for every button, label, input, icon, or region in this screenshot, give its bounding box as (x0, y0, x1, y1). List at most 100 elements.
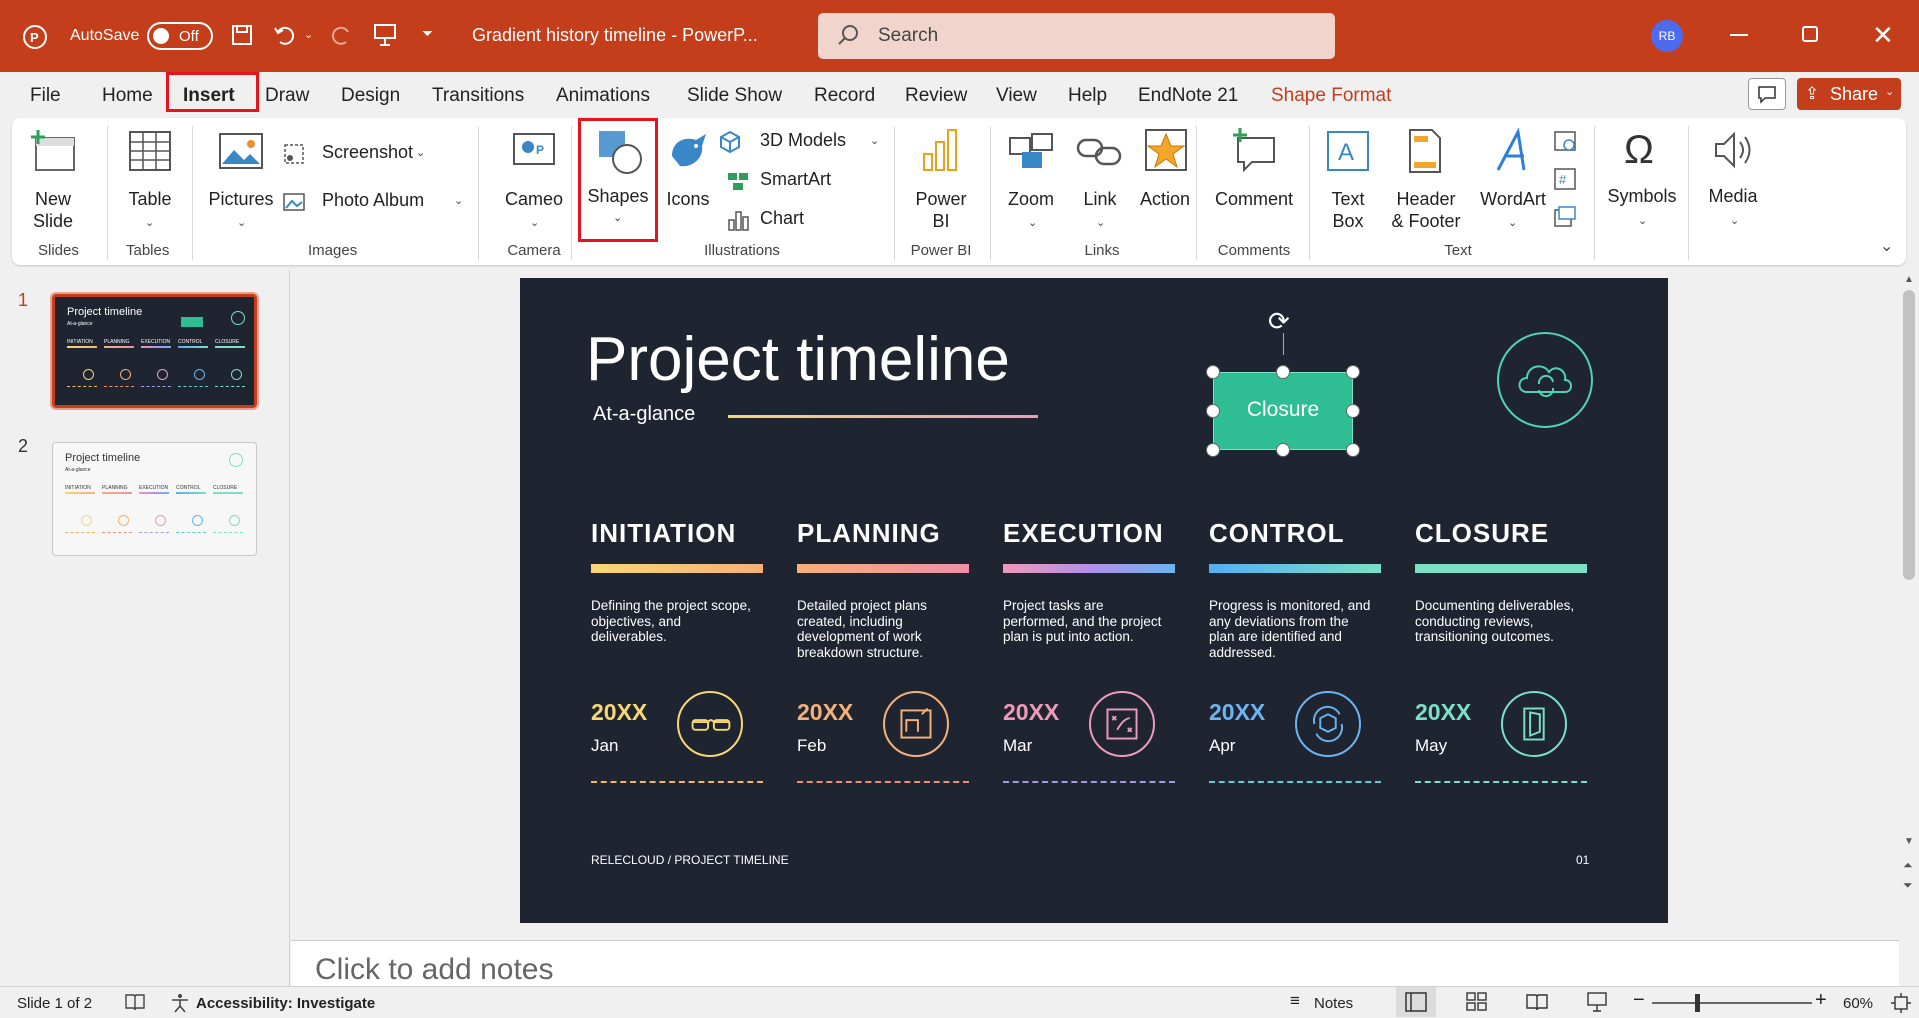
closure-shape[interactable]: Closure (1213, 372, 1353, 450)
closure-shape-text[interactable]: Closure (1214, 398, 1352, 422)
restore-icon[interactable] (1802, 26, 1818, 42)
phase-description[interactable]: Defining the project scope, objectives, … (591, 598, 759, 645)
phase-month[interactable]: May (1415, 736, 1447, 756)
phase-heading[interactable]: CLOSURE (1415, 518, 1549, 549)
phase-month[interactable]: Jan (591, 736, 618, 756)
tab-help[interactable]: Help (1068, 85, 1107, 107)
redo-icon[interactable] (328, 22, 354, 53)
phase-heading[interactable]: PLANNING (797, 518, 941, 549)
slide-sorter-icon[interactable] (1466, 992, 1488, 1016)
tab-review[interactable]: Review (905, 85, 967, 107)
pictures-button[interactable]: Pictures ⌄ (202, 128, 280, 238)
notes-placeholder[interactable]: Click to add notes (315, 953, 553, 987)
resize-handle-tl[interactable] (1206, 365, 1220, 379)
accessibility-status[interactable]: Accessibility: Investigate (196, 995, 375, 1012)
close-icon[interactable]: ✕ (1872, 20, 1894, 51)
header-footer-button[interactable]: Header & Footer (1384, 128, 1468, 238)
tab-file[interactable]: File (30, 85, 61, 107)
tab-view[interactable]: View (996, 85, 1037, 107)
scroll-down-icon[interactable]: ▼ (1904, 836, 1914, 847)
action-button[interactable]: Action (1132, 128, 1198, 238)
tab-shape-format[interactable]: Shape Format (1271, 85, 1391, 107)
vertical-scrollbar[interactable]: ▲ ▼ ⏶ ⏷ (1899, 270, 1919, 940)
phase-description[interactable]: Project tasks are performed, and the pro… (1003, 598, 1171, 645)
slide-show-icon[interactable] (1586, 991, 1608, 1017)
3d-models-button[interactable]: 3D Models ⌄ (718, 128, 888, 156)
tab-draw[interactable]: Draw (265, 85, 309, 107)
cube-cycle-icon[interactable] (1295, 691, 1361, 757)
phase-heading[interactable]: CONTROL (1209, 518, 1345, 549)
zoom-slider-thumb[interactable] (1695, 994, 1700, 1012)
phase-description[interactable]: Detailed project plans created, includin… (797, 598, 965, 660)
resize-handle-tr[interactable] (1346, 365, 1360, 379)
shape-rotate-handle[interactable]: ⟳ (1268, 306, 1290, 337)
normal-view-icon[interactable] (1396, 987, 1436, 1017)
notes-toggle-icon[interactable]: ≡ (1290, 991, 1300, 1011)
scroll-up-icon[interactable]: ▲ (1904, 274, 1914, 285)
tab-endnote[interactable]: EndNote 21 (1138, 85, 1238, 107)
tab-record[interactable]: Record (814, 85, 875, 107)
table-button[interactable]: Table ⌄ (120, 128, 180, 238)
reading-view-icon[interactable] (1526, 992, 1548, 1016)
previous-slide-icon[interactable]: ⏶ (1903, 858, 1913, 873)
tab-home[interactable]: Home (102, 85, 153, 107)
phase-month[interactable]: Apr (1209, 736, 1235, 756)
date-time-icon[interactable] (1552, 128, 1578, 154)
shapes-button[interactable]: Shapes ⌄ (578, 118, 658, 242)
icons-button[interactable]: Icons (660, 128, 716, 238)
comments-icon[interactable] (1748, 78, 1786, 110)
slide-thumbnail-2[interactable]: Project timeline At-a-glance INITIATION … (52, 442, 257, 556)
slide-number-icon[interactable]: # (1552, 166, 1578, 192)
symbols-button[interactable]: Ω Symbols ⌄ (1602, 128, 1682, 238)
wordart-button[interactable]: WordArt ⌄ (1472, 128, 1554, 238)
screenshot-button[interactable]: Screenshot ⌄ (282, 140, 432, 168)
zoom-level[interactable]: 60% (1843, 995, 1873, 1012)
photo-album-button[interactable]: Photo Album ⌄ (282, 188, 463, 216)
next-slide-icon[interactable]: ⏷ (1903, 878, 1913, 893)
glasses-icon[interactable] (677, 691, 743, 757)
power-bi-button[interactable]: Power BI (906, 128, 976, 238)
blueprint-icon[interactable] (883, 691, 949, 757)
object-icon[interactable] (1552, 204, 1578, 230)
accessibility-icon[interactable] (169, 992, 191, 1018)
phase-description[interactable]: Documenting deliverables, conducting rev… (1415, 598, 1583, 645)
phase-year[interactable]: 20XX (797, 699, 853, 726)
zoom-out-icon[interactable]: − (1633, 989, 1645, 1012)
resize-handle-br[interactable] (1346, 443, 1360, 457)
phase-year[interactable]: 20XX (1003, 699, 1059, 726)
comment-button[interactable]: Comment (1208, 128, 1300, 238)
zoom-slider[interactable] (1652, 1002, 1812, 1004)
save-icon[interactable] (230, 23, 254, 52)
media-button[interactable]: Media ⌄ (1696, 128, 1770, 238)
resize-handle-r[interactable] (1346, 404, 1360, 418)
phase-month[interactable]: Feb (797, 736, 826, 756)
phase-description[interactable]: Progress is monitored, and any deviation… (1209, 598, 1377, 660)
slide-subtitle[interactable]: At-a-glance (593, 403, 695, 426)
slide-canvas[interactable]: Project timeline At-a-glance ⟳ Closure I… (520, 278, 1668, 923)
spelling-icon[interactable] (124, 991, 146, 1017)
phase-year[interactable]: 20XX (1415, 699, 1471, 726)
cameo-button[interactable]: P Cameo ⌄ (488, 128, 580, 238)
resize-handle-b[interactable] (1276, 443, 1290, 457)
undo-icon[interactable] (272, 22, 298, 53)
customize-toolbar-icon[interactable]: ⏷ (422, 25, 433, 42)
resize-handle-bl[interactable] (1206, 443, 1220, 457)
notes-pane[interactable]: Click to add notes (291, 940, 1899, 986)
phase-month[interactable]: Mar (1003, 736, 1032, 756)
phase-year[interactable]: 20XX (1209, 699, 1265, 726)
zoom-in-icon[interactable]: + (1815, 989, 1827, 1012)
zoom-button[interactable]: Zoom ⌄ (996, 128, 1066, 238)
new-slide-button[interactable]: New Slide (22, 128, 84, 238)
slide-thumbnail-1[interactable]: Project timeline At-a-glance INITIATION … (50, 292, 259, 410)
door-exit-icon[interactable] (1501, 691, 1567, 757)
minimize-icon[interactable] (1730, 34, 1748, 36)
chart-button[interactable]: Chart (718, 206, 838, 234)
strategy-board-icon[interactable] (1089, 691, 1155, 757)
text-box-button[interactable]: A Text Box (1318, 128, 1378, 238)
cloud-sync-icon[interactable] (1497, 332, 1593, 428)
slide-title[interactable]: Project timeline (586, 324, 1010, 395)
smartart-button[interactable]: SmartArt (718, 167, 858, 195)
phase-heading[interactable]: INITIATION (591, 518, 736, 549)
user-avatar[interactable]: RB (1651, 20, 1683, 52)
ribbon-collapse-icon[interactable]: ⌄ (1880, 236, 1893, 256)
